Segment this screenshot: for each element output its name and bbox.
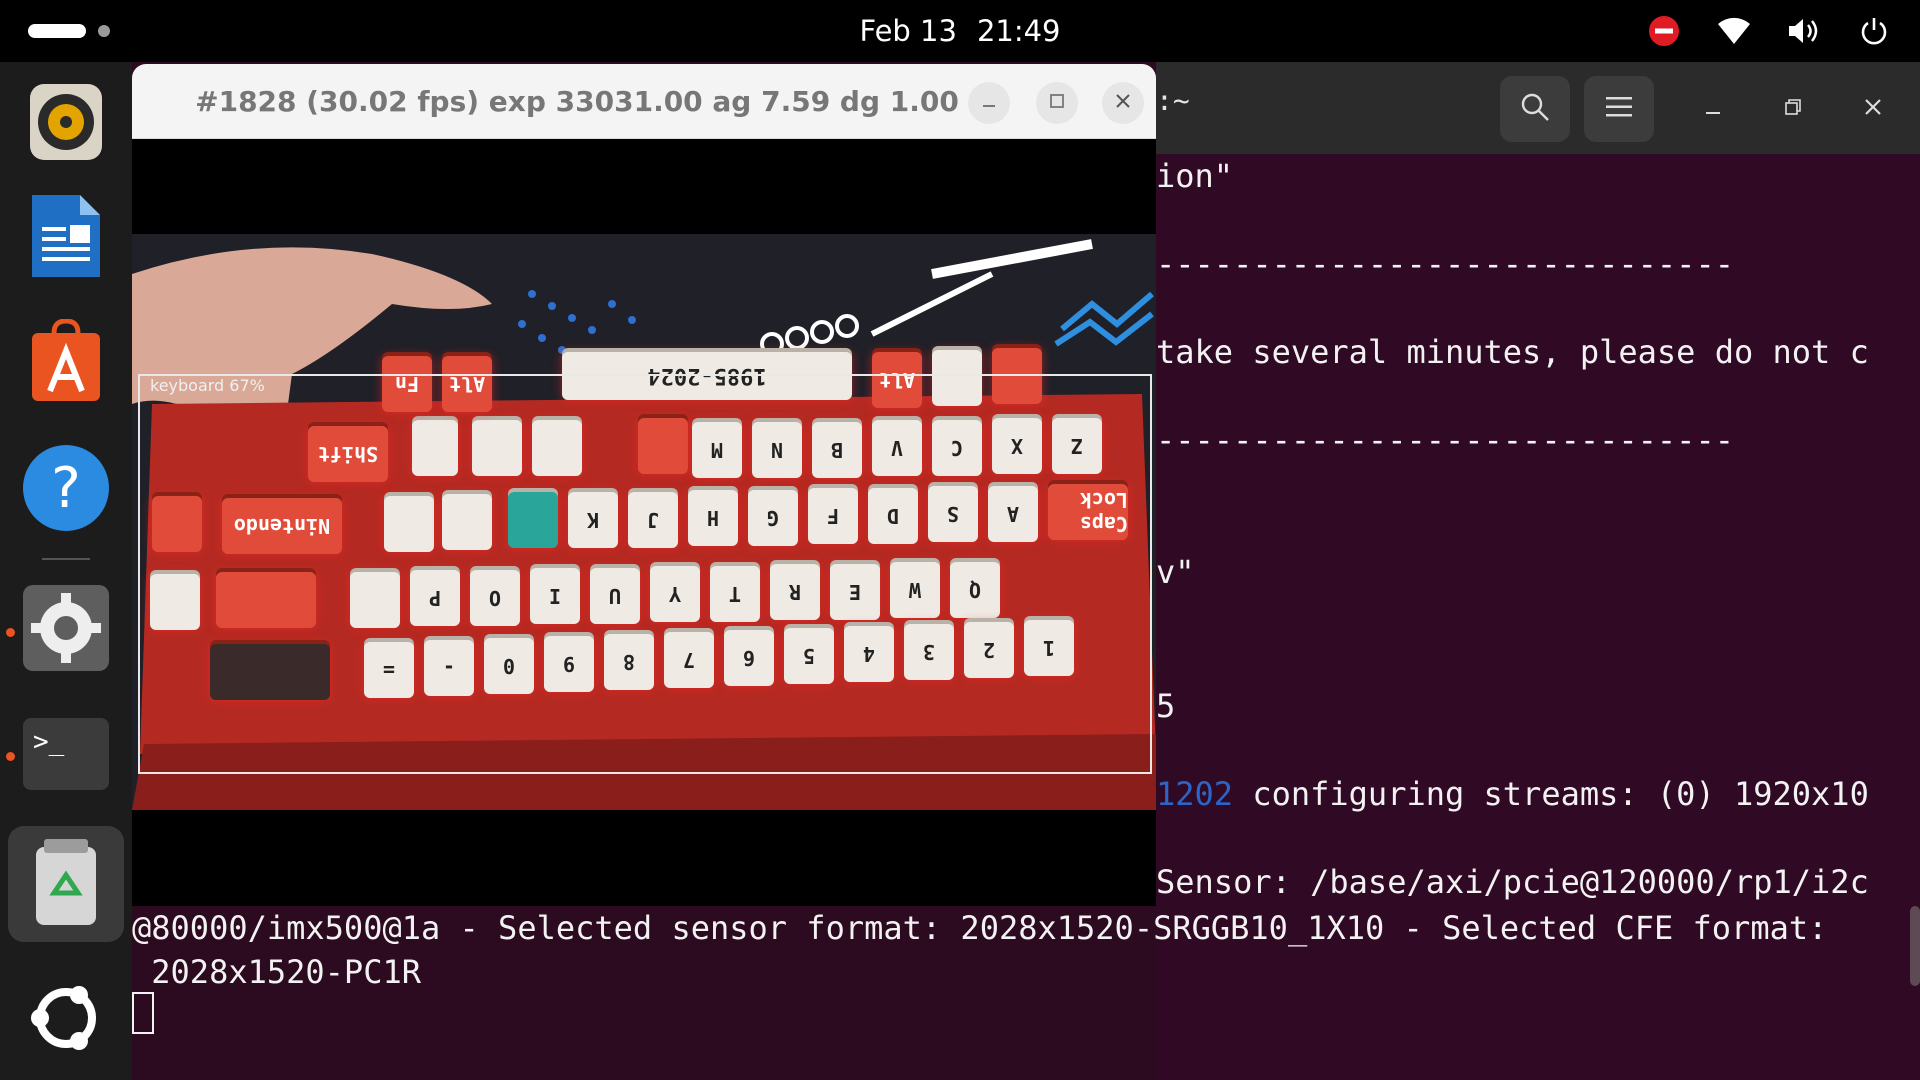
terminal-menu-button[interactable]: [1584, 76, 1654, 142]
gear-icon: [21, 583, 111, 677]
minimize-icon: [1704, 98, 1722, 120]
terminal-line: 2028x1520-PC1R: [132, 953, 421, 991]
camera-minimize-button[interactable]: [968, 82, 1010, 124]
power-icon[interactable]: [1856, 13, 1892, 49]
terminal-line: @80000/imx500@1a - Selected sensor forma…: [132, 909, 1828, 947]
terminal-title: :~: [1156, 84, 1190, 117]
terminal-line: ------------------------------: [1156, 421, 1734, 459]
do-not-disturb-icon[interactable]: [1646, 13, 1682, 49]
camera-preview-window[interactable]: #1828 (30.02 fps) exp 33031.00 ag 7.59 d…: [132, 64, 1156, 906]
clock[interactable]: Feb 13 21:49: [0, 0, 1920, 62]
terminal-line: ion": [1156, 157, 1234, 195]
help-icon: ?: [21, 443, 111, 537]
terminal-line-rest: configuring streams: (0) 1920x10: [1233, 775, 1869, 813]
app-store-icon: [28, 318, 104, 409]
dock-separator: [42, 558, 90, 560]
minimize-icon: [981, 93, 997, 113]
terminal-icon: >_: [21, 716, 111, 796]
maximize-icon: [1049, 93, 1065, 113]
detection-label: keyboard 67%: [150, 376, 265, 395]
running-indicator: [6, 752, 15, 761]
camera-close-button[interactable]: [1102, 82, 1144, 124]
camera-titlebar[interactable]: #1828 (30.02 fps) exp 33031.00 ag 7.59 d…: [132, 64, 1156, 139]
close-icon: [1863, 97, 1883, 121]
dock-item-settings[interactable]: [18, 582, 114, 678]
terminal-cursor: [132, 992, 154, 1034]
detection-bounding-box: keyboard 67%: [138, 374, 1152, 774]
camera-frame: Shift M N B V C X Z Nintendo K J H G F D…: [132, 234, 1156, 810]
dock-item-rhythmbox[interactable]: [18, 76, 114, 172]
ubuntu-logo-icon: [26, 978, 106, 1062]
top-bar: Feb 13 21:49: [0, 0, 1920, 62]
camera-window-title: #1828 (30.02 fps) exp 33031.00 ag 7.59 d…: [195, 84, 959, 118]
terminal-line: v": [1156, 553, 1195, 591]
terminal-line: 1202 configuring streams: (0) 1920x10: [1156, 772, 1869, 816]
terminal-restore-button[interactable]: [1770, 86, 1816, 132]
dock-item-terminal[interactable]: >_: [18, 708, 114, 804]
terminal-line: 5: [1156, 687, 1176, 725]
restore-icon: [1784, 98, 1802, 120]
hamburger-menu-icon: [1606, 96, 1632, 122]
terminal-search-button[interactable]: [1500, 76, 1570, 142]
running-indicator: [6, 628, 15, 637]
clock-time: 21:49: [976, 14, 1061, 48]
terminal-line: take several minutes, please do not c: [1156, 333, 1869, 371]
terminal-minimize-button[interactable]: [1690, 86, 1736, 132]
camera-maximize-button[interactable]: [1036, 82, 1078, 124]
dock-item-help[interactable]: ?: [18, 442, 114, 538]
dock-item-writer[interactable]: [18, 190, 114, 286]
dock-item-show-apps[interactable]: [18, 972, 114, 1068]
svg-text:>_: >_: [33, 727, 65, 757]
close-icon: [1115, 93, 1131, 113]
wifi-icon[interactable]: [1716, 13, 1752, 49]
speaker-icon: [28, 82, 104, 166]
terminal-highlight: 1202: [1156, 775, 1234, 813]
system-tray[interactable]: [1646, 12, 1892, 50]
dock: ? >_: [0, 62, 132, 1080]
dock-item-trash[interactable]: [8, 826, 124, 942]
volume-icon[interactable]: [1786, 13, 1822, 49]
terminal-line: Sensor: /base/axi/pcie@120000/rp1/i2c: [1156, 863, 1869, 901]
terminal-line: ------------------------------: [1156, 245, 1734, 283]
terminal-bottom-output: @80000/imx500@1a - Selected sensor forma…: [132, 906, 1920, 1080]
terminal-close-button[interactable]: [1850, 86, 1896, 132]
trash-icon: [30, 837, 102, 931]
svg-text:?: ?: [51, 456, 81, 521]
terminal-header-bar[interactable]: :~: [1156, 62, 1920, 154]
search-icon: [1520, 92, 1550, 126]
clock-date: Feb 13: [859, 14, 957, 48]
terminal-scrollbar[interactable]: [1910, 906, 1920, 986]
dock-item-app-center[interactable]: [18, 316, 114, 412]
document-icon: [28, 191, 104, 285]
